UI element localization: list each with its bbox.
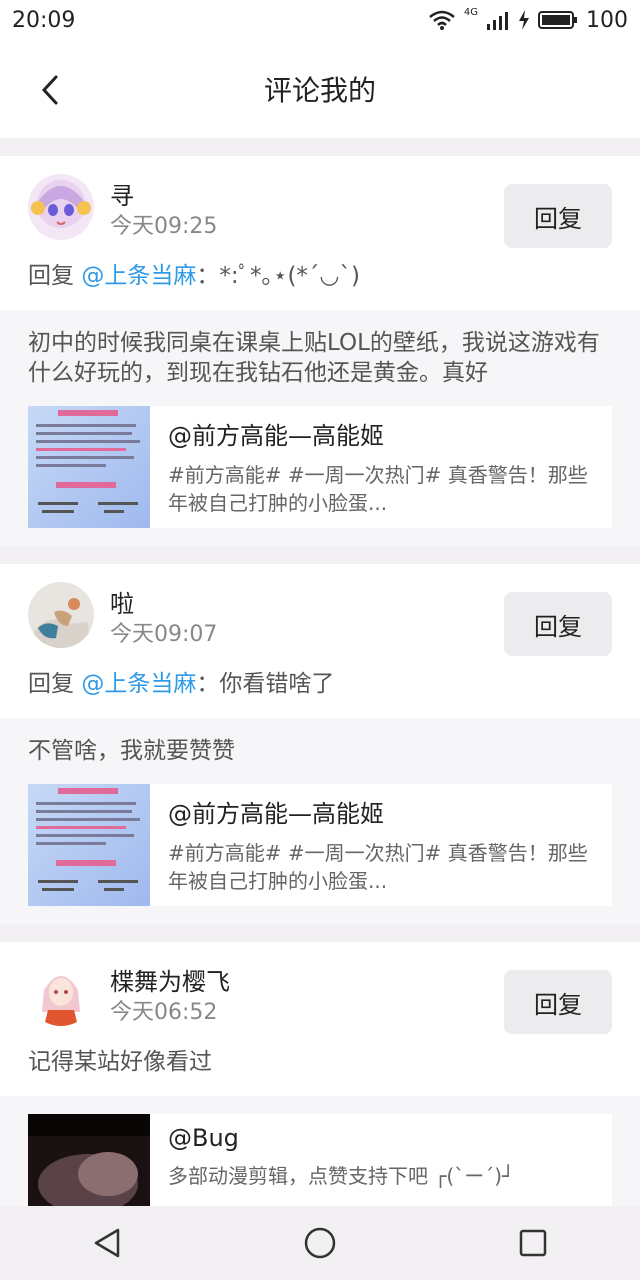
reply-button[interactable]: 回复: [504, 970, 612, 1034]
comment-text: 回复 @上条当麻：你看错啥了: [0, 654, 640, 718]
nav-back-button[interactable]: [77, 1213, 137, 1273]
video-description: #前方高能# #一周一次热门# 真香警告！那些年被自己打肿的小脸蛋...: [168, 841, 588, 893]
video-description: #前方高能# #一周一次热门# 真香警告！那些年被自己打肿的小脸蛋...: [168, 463, 588, 515]
username[interactable]: 啦: [110, 584, 134, 619]
comment-card: 寻 今天09:25 回复 回复 @上条当麻：*:ﾟ*｡⋆(*´◡`) 初中的时候…: [0, 156, 640, 546]
chevron-left-icon: [41, 75, 58, 105]
battery-icon: [538, 11, 577, 29]
quoted-text: 初中的时候我同桌在课桌上贴LOL的壁纸，我说这游戏有什么好玩的，到现在我钻石他还…: [28, 330, 600, 386]
comment-time: 今天09:07: [110, 622, 218, 647]
system-nav-bar: [0, 1206, 640, 1280]
mention-link[interactable]: @上条当麻: [81, 263, 196, 289]
video-thumbnail: [28, 406, 150, 528]
comment-card: 啦 今天09:07 回复 回复 @上条当麻：你看错啥了 不管啥，我就要赞赞 @前…: [0, 564, 640, 924]
video-author: @Bug: [168, 1124, 239, 1152]
comment-text: 记得某站好像看过: [28, 1049, 212, 1075]
video-author: @前方高能—高能姬: [168, 422, 384, 450]
quoted-comment: 不管啥，我就要赞赞 @前方高能—高能姬 #前方高能# #一周一次热门# 真香警告…: [0, 718, 640, 924]
triangle-back-icon: [94, 1228, 119, 1258]
reply-prefix: 回复: [28, 671, 82, 697]
video-thumbnail: [28, 784, 150, 906]
app-header: 评论我的: [0, 40, 640, 138]
back-button[interactable]: [30, 70, 70, 110]
reply-button[interactable]: 回复: [504, 592, 612, 656]
battery-level: 100: [586, 7, 628, 33]
circle-home-icon: [304, 1227, 336, 1259]
comment-feed[interactable]: 寻 今天09:25 回复 回复 @上条当麻：*:ﾟ*｡⋆(*´◡`) 初中的时候…: [0, 156, 640, 1272]
username[interactable]: 楪舞为樱飞: [110, 962, 230, 997]
network-type: 4G: [463, 6, 478, 18]
status-bar: 20:09 4G 100: [0, 0, 640, 40]
reply-body: ：你看错啥了: [196, 671, 335, 697]
avatar[interactable]: [28, 582, 94, 648]
avatar[interactable]: [28, 174, 94, 240]
referenced-video[interactable]: @前方高能—高能姬 #前方高能# #一周一次热门# 真香警告！那些年被自己打肿的…: [28, 406, 612, 528]
quoted-text: 不管啥，我就要赞赞: [28, 738, 235, 764]
comment-text: 回复 @上条当麻：*:ﾟ*｡⋆(*´◡`): [0, 246, 640, 310]
square-recents-icon: [520, 1229, 547, 1257]
nav-recents-button[interactable]: [503, 1213, 563, 1273]
reply-prefix: 回复: [28, 263, 82, 289]
video-author: @前方高能—高能姬: [168, 800, 384, 828]
page-title: 评论我的: [263, 74, 376, 107]
reply-button[interactable]: 回复: [504, 184, 612, 248]
reply-body: ：*:ﾟ*｡⋆(*´◡`): [196, 263, 360, 289]
comment-time: 今天09:25: [110, 214, 218, 239]
avatar[interactable]: [28, 960, 94, 1026]
username[interactable]: 寻: [110, 176, 134, 211]
status-icons: 4G 100: [428, 6, 628, 33]
mention-link[interactable]: @上条当麻: [81, 671, 196, 697]
wifi-icon: [429, 10, 455, 30]
signal-icon: [487, 12, 508, 30]
charging-icon: [519, 10, 529, 30]
referenced-video[interactable]: @前方高能—高能姬 #前方高能# #一周一次热门# 真香警告！那些年被自己打肿的…: [28, 784, 612, 906]
video-description: 多部动漫剪辑，点赞支持下吧 ┌(`ー´)┘: [168, 1164, 515, 1188]
status-time: 20:09: [12, 7, 76, 33]
comment-time: 今天06:52: [110, 1000, 218, 1025]
quoted-comment: 初中的时候我同桌在课桌上贴LOL的壁纸，我说这游戏有什么好玩的，到现在我钻石他还…: [0, 310, 640, 546]
nav-home-button[interactable]: [290, 1213, 350, 1273]
